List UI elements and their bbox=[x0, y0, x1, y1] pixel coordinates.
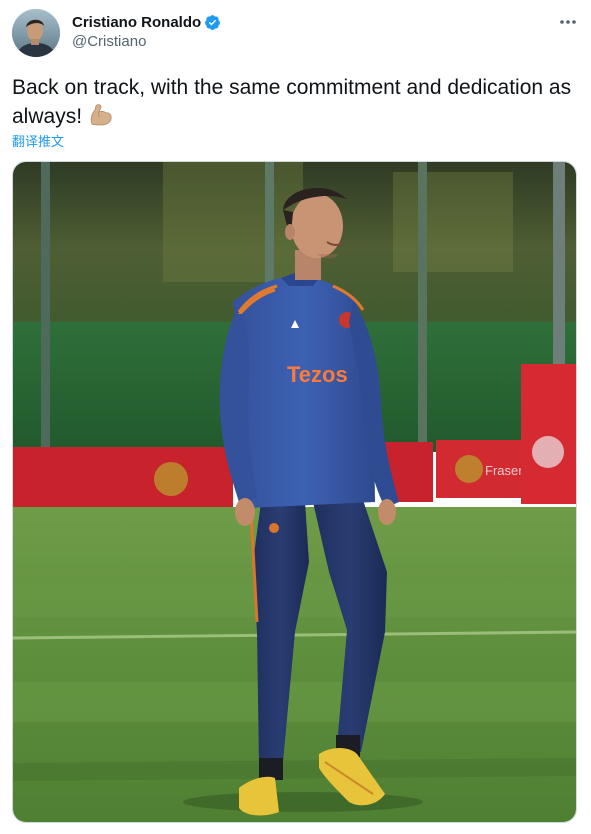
author-handle[interactable]: @Cristiano bbox=[72, 33, 146, 50]
translate-tweet-link[interactable]: 翻译推文 bbox=[12, 131, 64, 150]
tweet-photo[interactable]: Frasers Tezos bbox=[12, 161, 577, 823]
tweet-text-block: Back on track, with the same commitment … bbox=[12, 74, 572, 131]
sponsor-text: Tezos bbox=[287, 362, 348, 387]
flexed-biceps-icon bbox=[86, 102, 114, 128]
author-name-row: Cristiano Ronaldo bbox=[72, 12, 221, 32]
tweet-card: Cristiano Ronaldo @Cristiano Back on tra… bbox=[0, 0, 591, 834]
author-display-name[interactable]: Cristiano Ronaldo bbox=[72, 14, 201, 31]
author-avatar[interactable] bbox=[12, 9, 60, 57]
profile-photo-icon bbox=[12, 9, 60, 57]
training-photo: Frasers Tezos bbox=[13, 162, 576, 822]
more-options-button[interactable] bbox=[555, 11, 581, 33]
verified-badge-icon bbox=[205, 14, 221, 30]
more-horizontal-icon bbox=[560, 20, 576, 24]
